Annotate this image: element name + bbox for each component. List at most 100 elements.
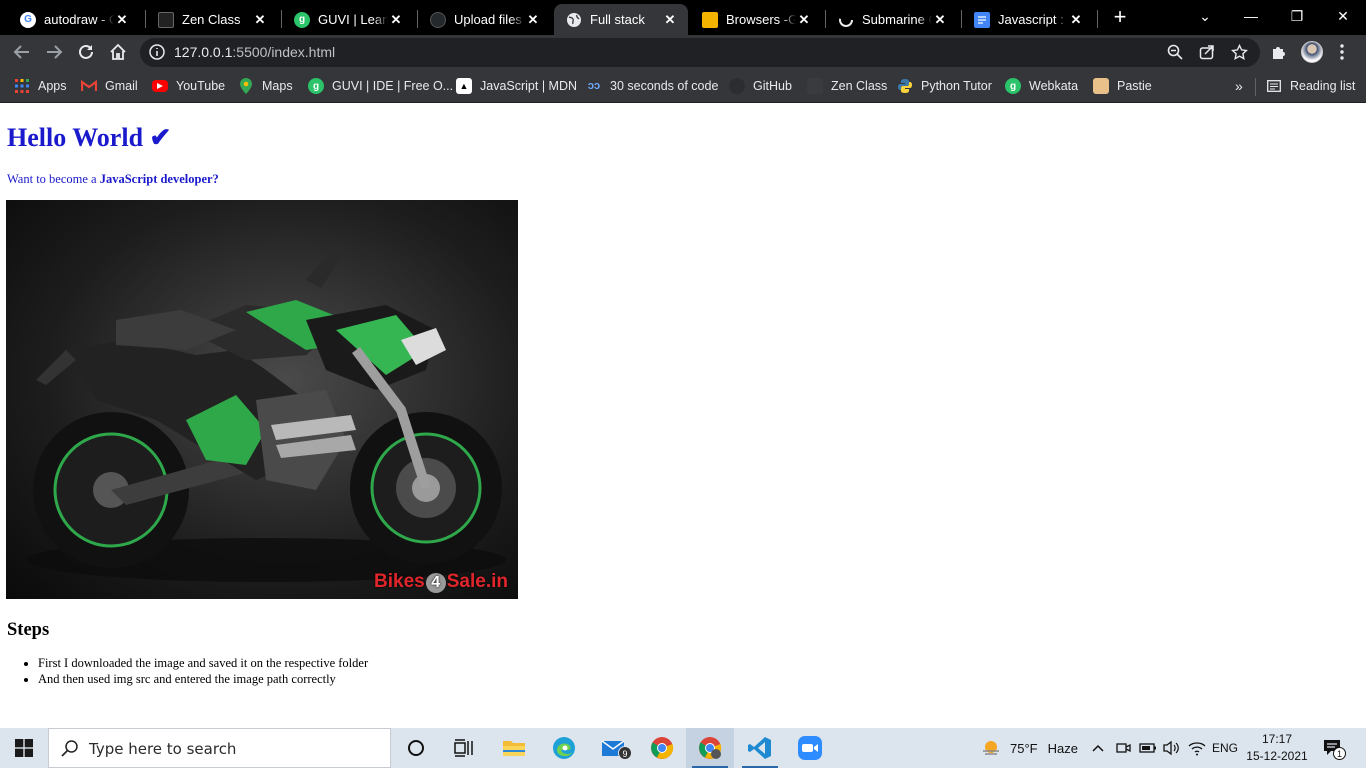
close-tab-icon[interactable]: ✕ bbox=[932, 12, 948, 28]
list-item: And then used img src and entered the im… bbox=[38, 672, 368, 688]
reading-list-button[interactable]: Reading list bbox=[1266, 76, 1355, 96]
start-button[interactable] bbox=[0, 728, 48, 768]
bookmark-label: GitHub bbox=[753, 79, 792, 93]
bookmark-label: Pastie bbox=[1117, 79, 1152, 93]
close-tab-icon[interactable]: ✕ bbox=[796, 12, 812, 28]
mail-app[interactable]: 9 bbox=[590, 728, 638, 768]
tab-browsers[interactable]: Browsers -Get ✕ bbox=[690, 4, 822, 35]
bookmark-gmail[interactable]: Gmail bbox=[81, 76, 138, 96]
bookmark-youtube[interactable]: YouTube bbox=[152, 76, 225, 96]
taskbar-clock[interactable]: 17:17 15-12-2021 bbox=[1240, 731, 1314, 765]
intro-highlight: JavaScript developer? bbox=[99, 172, 219, 186]
minimize-button[interactable]: — bbox=[1228, 0, 1274, 32]
bookmark-maps[interactable]: Maps bbox=[238, 76, 293, 96]
close-tab-icon[interactable]: ✕ bbox=[388, 12, 404, 28]
tab-title: Upload files · bbox=[454, 12, 525, 27]
github-icon bbox=[729, 78, 745, 94]
action-center-button[interactable]: 1 bbox=[1322, 738, 1346, 760]
weather-condition: Haze bbox=[1047, 740, 1078, 756]
speaker-icon bbox=[1163, 740, 1179, 756]
address-bar[interactable]: 127.0.0.1:5500/index.html bbox=[140, 38, 1260, 67]
file-explorer-app[interactable] bbox=[490, 728, 538, 768]
apps-grid-icon bbox=[14, 78, 30, 94]
weather-widget[interactable]: 75°F Haze bbox=[980, 728, 1078, 768]
site-info-icon[interactable] bbox=[148, 43, 166, 61]
zoom-app[interactable] bbox=[786, 728, 834, 768]
slides-icon bbox=[702, 11, 718, 28]
close-tab-icon[interactable]: ✕ bbox=[525, 12, 541, 28]
tab-title: Browsers -Get bbox=[726, 12, 796, 27]
chrome-profile-app[interactable] bbox=[686, 728, 734, 768]
search-icon bbox=[61, 740, 78, 757]
tab-submarine[interactable]: Submarine Ca ✕ bbox=[826, 4, 958, 35]
taskbar-search-box[interactable]: Type here to search bbox=[48, 728, 391, 768]
forward-arrow-icon bbox=[47, 45, 63, 59]
edge-app[interactable] bbox=[540, 728, 588, 768]
list-item: First I downloaded the image and saved i… bbox=[38, 656, 368, 672]
network-button[interactable] bbox=[1188, 728, 1206, 768]
extensions-button[interactable] bbox=[1266, 39, 1292, 65]
bookmarks-overflow-button[interactable]: » bbox=[1235, 76, 1243, 96]
bookmark-label: Maps bbox=[262, 79, 293, 93]
tab-upload-files[interactable]: Upload files · ✕ bbox=[418, 4, 551, 35]
restore-button[interactable]: ❐ bbox=[1274, 0, 1320, 32]
vscode-app[interactable] bbox=[736, 728, 784, 768]
bookmark-github[interactable]: GitHub bbox=[729, 76, 792, 96]
show-hidden-icons-button[interactable] bbox=[1092, 728, 1104, 768]
home-button[interactable] bbox=[105, 39, 131, 65]
zen-class-icon bbox=[807, 78, 823, 94]
address-url[interactable]: 127.0.0.1:5500/index.html bbox=[174, 44, 335, 60]
tab-title: autodraw - Go bbox=[44, 12, 114, 27]
close-window-button[interactable]: ✕ bbox=[1320, 0, 1366, 32]
tab-zen-class[interactable]: Zen Class ✕ bbox=[146, 4, 278, 35]
zoom-icon[interactable] bbox=[1166, 43, 1184, 61]
back-button[interactable] bbox=[9, 39, 35, 65]
kebab-menu-icon bbox=[1340, 44, 1344, 60]
bookmark-pastie[interactable]: Pastie bbox=[1093, 76, 1152, 96]
meet-now-button[interactable] bbox=[1115, 728, 1131, 768]
battery-indicator[interactable] bbox=[1139, 728, 1157, 768]
edge-icon bbox=[553, 737, 575, 759]
bookmark-label: YouTube bbox=[176, 79, 226, 93]
forward-button[interactable] bbox=[41, 39, 67, 65]
chrome-menu-button[interactable] bbox=[1329, 39, 1355, 65]
bookmark-zen-class[interactable]: Zen Class bbox=[807, 76, 887, 96]
reload-button[interactable] bbox=[73, 39, 99, 65]
youtube-icon bbox=[152, 80, 168, 92]
bookmark-star-icon[interactable] bbox=[1230, 43, 1248, 61]
profile-avatar[interactable] bbox=[1301, 41, 1323, 63]
clock-time: 17:17 bbox=[1261, 732, 1293, 746]
bookmark-python-tutor[interactable]: Python Tutor bbox=[897, 76, 992, 96]
tab-guvi[interactable]: g GUVI | Learn to ✕ bbox=[282, 4, 414, 35]
input-language[interactable]: ENG bbox=[1212, 728, 1238, 768]
bookmark-mdn[interactable]: ▲ JavaScript | MDN bbox=[456, 76, 577, 96]
guvi-icon: g bbox=[294, 11, 310, 28]
tab-search-chevron-icon[interactable]: ⌄ bbox=[1182, 0, 1228, 32]
steps-heading: Steps bbox=[7, 620, 50, 640]
tab-javascript[interactable]: Javascript : JS ✕ bbox=[962, 4, 1094, 35]
bookmark-label: Apps bbox=[38, 79, 67, 93]
share-icon[interactable] bbox=[1198, 43, 1216, 61]
notification-count: 1 bbox=[1333, 747, 1346, 760]
search-placeholder: Type here to search bbox=[89, 740, 237, 758]
volume-button[interactable] bbox=[1162, 728, 1180, 768]
tab-autodraw[interactable]: G autodraw - Go ✕ bbox=[8, 4, 140, 35]
bookmark-30-seconds[interactable]: ↄↄ 30 seconds of code bbox=[586, 76, 719, 96]
pastie-icon bbox=[1093, 78, 1109, 94]
bookmark-guvi-ide[interactable]: g GUVI | IDE | Free O... bbox=[308, 76, 453, 96]
close-tab-icon[interactable]: ✕ bbox=[662, 12, 678, 28]
folder-icon bbox=[503, 741, 525, 756]
weather-temp: 75°F bbox=[1010, 740, 1038, 756]
new-tab-button[interactable]: + bbox=[1108, 6, 1132, 30]
cortana-button[interactable] bbox=[392, 728, 440, 768]
reading-list-label: Reading list bbox=[1290, 79, 1356, 93]
task-view-button[interactable] bbox=[440, 728, 488, 768]
bookmark-webkata[interactable]: g Webkata bbox=[1005, 76, 1078, 96]
tab-full-stack[interactable]: Full stack ✕ bbox=[554, 4, 688, 35]
close-tab-icon[interactable]: ✕ bbox=[114, 12, 130, 28]
bookmarks-bar: Apps Gmail YouTube Maps g GUVI | IDE | Fr… bbox=[0, 70, 1366, 103]
bookmark-apps[interactable]: Apps bbox=[14, 76, 67, 96]
chrome-app[interactable] bbox=[638, 728, 686, 768]
close-tab-icon[interactable]: ✕ bbox=[252, 12, 268, 28]
close-tab-icon[interactable]: ✕ bbox=[1068, 12, 1084, 28]
